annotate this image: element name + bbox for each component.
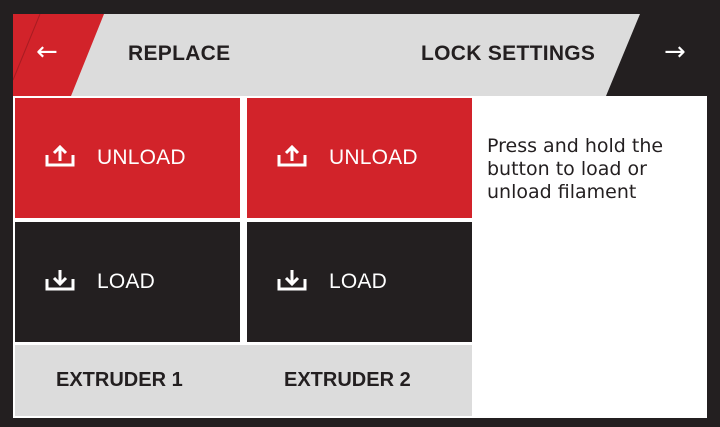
arrow-left-icon: ← [36, 37, 58, 67]
header-shapes [13, 14, 707, 96]
unload-label: UNLOAD [97, 146, 186, 169]
forward-button[interactable]: → [628, 14, 707, 96]
arrow-right-icon: → [664, 37, 686, 67]
unload-button-extruder-2[interactable]: UNLOAD [247, 98, 472, 218]
info-text: Press and hold the button to load or unl… [487, 135, 664, 203]
screen: ← REPLACE LOCK SETTINGS → UNLOAD UNLOAD … [13, 14, 707, 418]
unload-label: UNLOAD [329, 146, 418, 169]
load-label: LOAD [329, 270, 387, 293]
unload-button-extruder-1[interactable]: UNLOAD [15, 98, 240, 218]
header-bar: ← REPLACE LOCK SETTINGS → [13, 14, 707, 96]
extruder-labels-row: EXTRUDER 1 EXTRUDER 2 [15, 345, 472, 416]
extruder-2-label: EXTRUDER 2 [284, 369, 411, 391]
download-tray-icon [277, 270, 307, 291]
download-tray-icon [45, 270, 75, 291]
extruder-1-label: EXTRUDER 1 [56, 369, 183, 391]
lock-settings-link[interactable]: LOCK SETTINGS [421, 42, 595, 66]
page-title: REPLACE [128, 42, 231, 65]
upload-tray-icon [277, 144, 307, 167]
upload-tray-icon [45, 144, 75, 167]
load-label: LOAD [97, 270, 155, 293]
back-button[interactable]: ← [13, 14, 103, 96]
load-button-extruder-2[interactable]: LOAD [247, 222, 472, 342]
load-button-extruder-1[interactable]: LOAD [15, 222, 240, 342]
